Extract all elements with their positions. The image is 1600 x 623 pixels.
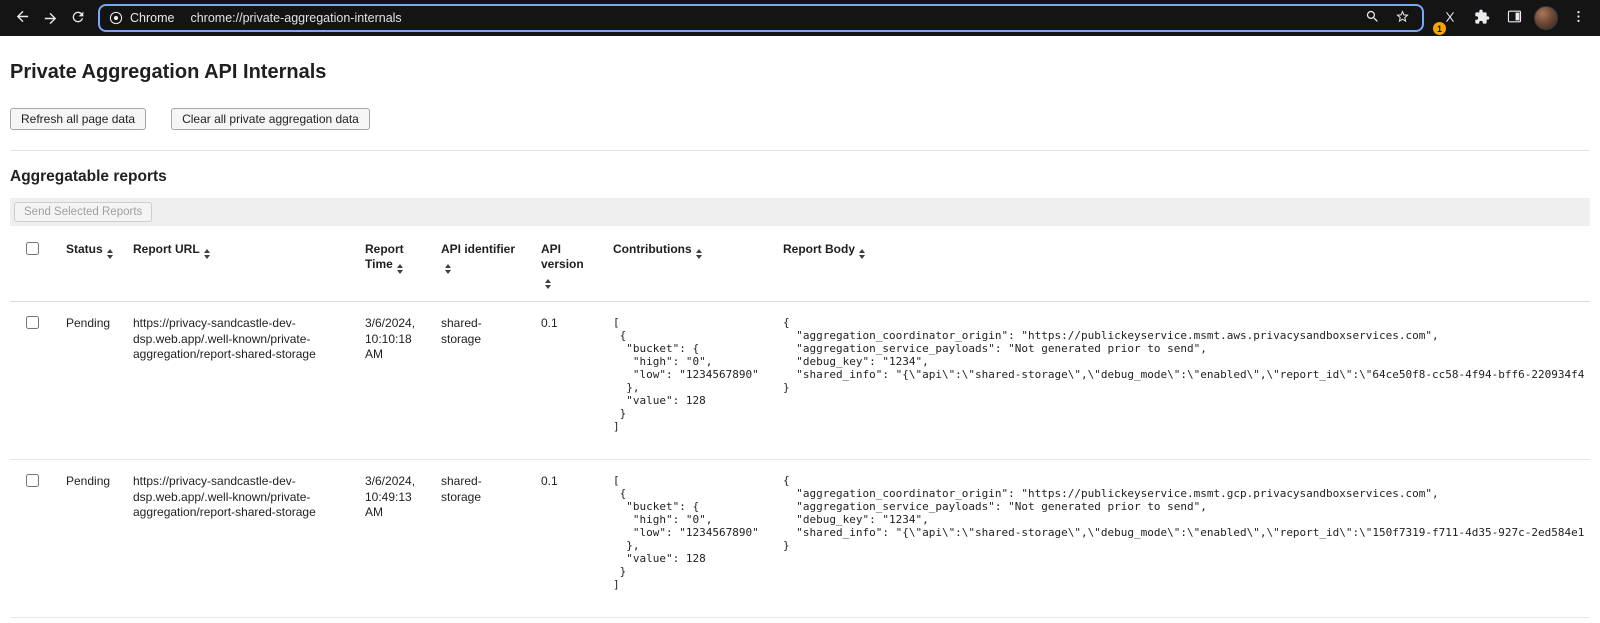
browser-menu-button[interactable] (1564, 4, 1592, 32)
contributions-json: [ { "bucket": { "high": "0", "low": "123… (613, 474, 763, 591)
send-selected-reports-button[interactable]: Send Selected Reports (14, 202, 152, 222)
table-row: Pending https://privacy-sandcastle-dev-d… (10, 302, 1590, 460)
report-url-cell: https://privacy-sandcastle-dev-dsp.web.a… (123, 302, 355, 460)
back-button[interactable] (8, 4, 36, 32)
extensions-button[interactable] (1468, 4, 1496, 32)
reports-table: Status Report URL Report Time API identi… (10, 226, 1590, 618)
chrome-logo-icon (108, 10, 124, 26)
table-header-row: Status Report URL Report Time API identi… (10, 226, 1590, 302)
header-contributions[interactable]: Contributions (603, 226, 773, 302)
report-body-cell: { "aggregation_coordinator_origin": "htt… (773, 302, 1590, 460)
back-icon (14, 8, 31, 28)
header-select-all (10, 226, 56, 302)
page-title: Private Aggregation API Internals (10, 60, 1590, 84)
forward-button[interactable] (36, 4, 64, 32)
sort-icon (204, 249, 210, 259)
bookmark-button[interactable] (1390, 6, 1414, 30)
api-identifier-cell: shared-storage (431, 460, 531, 618)
omnibox-url: chrome://private-aggregation-internals (190, 11, 1360, 25)
sort-icon (107, 249, 113, 259)
refresh-all-button[interactable]: Refresh all page data (10, 108, 146, 130)
search-icon (1365, 9, 1380, 27)
sort-icon (696, 249, 702, 259)
omnibox[interactable]: Chrome chrome://private-aggregation-inte… (98, 4, 1424, 32)
select-all-checkbox[interactable] (26, 242, 39, 255)
table-row: Pending https://privacy-sandcastle-dev-d… (10, 460, 1590, 618)
sort-icon (445, 264, 451, 274)
sort-icon (545, 279, 551, 289)
report-body-cell: { "aggregation_coordinator_origin": "htt… (773, 460, 1590, 618)
header-api-identifier[interactable]: API identifier (431, 226, 531, 302)
api-version-cell: 0.1 (531, 302, 603, 460)
report-body-json: { "aggregation_coordinator_origin": "htt… (783, 474, 1580, 552)
reload-icon (70, 9, 86, 28)
kebab-menu-icon (1571, 9, 1586, 27)
header-report-time[interactable]: Report Time (355, 226, 431, 302)
header-status[interactable]: Status (56, 226, 123, 302)
contributions-json: [ { "bucket": { "high": "0", "low": "123… (613, 316, 763, 433)
profile-button[interactable] (1532, 4, 1560, 32)
puzzle-piece-icon (1474, 9, 1490, 28)
browser-toolbar: Chrome chrome://private-aggregation-inte… (0, 0, 1600, 36)
report-time-cell: 3/6/2024, 10:49:13 AM (355, 460, 431, 618)
row-select-checkbox[interactable] (26, 474, 39, 487)
page-actions: Refresh all page data Clear all private … (10, 108, 1590, 130)
search-button[interactable] (1360, 6, 1384, 30)
section-divider (10, 150, 1590, 151)
reload-button[interactable] (64, 4, 92, 32)
status-cell: Pending (56, 460, 123, 618)
report-time-cell: 3/6/2024, 10:10:18 AM (355, 302, 431, 460)
section-title: Aggregatable reports (10, 167, 1590, 186)
header-api-version[interactable]: API version (531, 226, 603, 302)
contributions-cell: [ { "bucket": { "high": "0", "low": "123… (603, 460, 773, 618)
row-select-cell (10, 302, 56, 460)
notification-badge: 1 (1433, 22, 1446, 35)
sort-icon (397, 264, 403, 274)
api-version-cell: 0.1 (531, 460, 603, 618)
report-url-cell: https://privacy-sandcastle-dev-dsp.web.a… (123, 460, 355, 618)
status-cell: Pending (56, 302, 123, 460)
side-panel-button[interactable] (1500, 4, 1528, 32)
row-select-cell (10, 460, 56, 618)
pinned-extension-icon (1443, 10, 1457, 27)
header-report-body[interactable]: Report Body (773, 226, 1590, 302)
contributions-cell: [ { "bucket": { "high": "0", "low": "123… (603, 302, 773, 460)
profile-avatar (1534, 6, 1558, 30)
api-identifier-cell: shared-storage (431, 302, 531, 460)
clear-all-button[interactable]: Clear all private aggregation data (171, 108, 370, 130)
sort-icon (859, 249, 865, 259)
forward-icon (42, 10, 59, 27)
report-body-json: { "aggregation_coordinator_origin": "htt… (783, 316, 1580, 394)
page-content: Private Aggregation API Internals Refres… (0, 60, 1600, 618)
side-panel-icon (1506, 8, 1523, 28)
bookmark-star-icon (1395, 9, 1410, 27)
row-select-checkbox[interactable] (26, 316, 39, 329)
omnibox-chrome-label: Chrome (130, 11, 174, 25)
pinned-extension-button[interactable]: 1 (1436, 4, 1464, 32)
header-report-url[interactable]: Report URL (123, 226, 355, 302)
send-reports-bar: Send Selected Reports (10, 198, 1590, 226)
